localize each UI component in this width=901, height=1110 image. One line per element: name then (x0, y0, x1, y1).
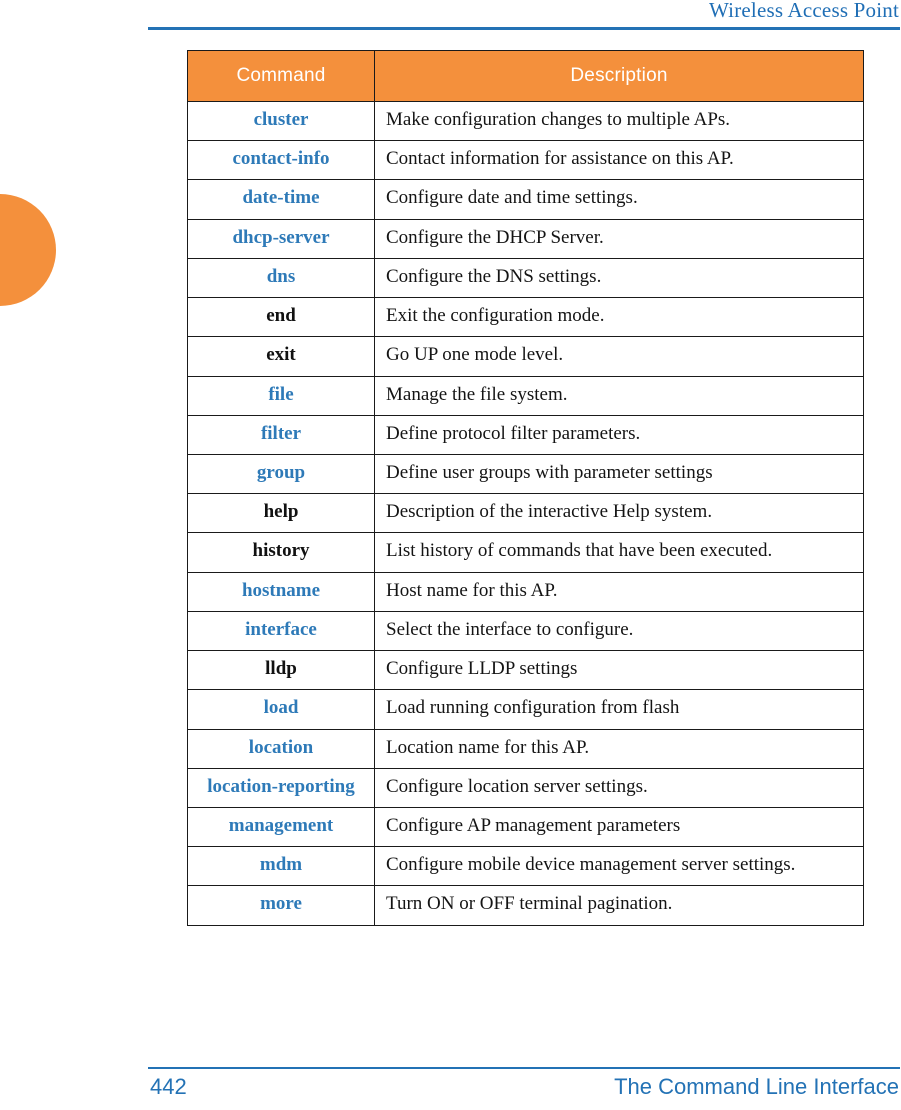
command-description-cell: Configure the DHCP Server. (374, 218, 864, 259)
command-description-cell: Configure location server settings. (374, 767, 864, 808)
command-description-cell: Exit the configuration mode. (374, 297, 864, 338)
footer-divider-rule (148, 1067, 900, 1069)
command-name-cell: date-time (187, 179, 375, 220)
table-row: file Manage the file system. (187, 375, 864, 416)
command-name-cell: exit (187, 336, 375, 377)
table-row: cluster Make configuration changes to mul… (187, 100, 864, 142)
command-name-cell: help (187, 493, 375, 534)
column-header-command: Command (187, 50, 375, 102)
command-name-cell: lldp (187, 650, 375, 691)
table-row: exit Go UP one mode level. (187, 336, 864, 377)
command-description-cell: Host name for this AP. (374, 571, 864, 612)
table-row: management Configure AP management parame… (187, 806, 864, 848)
table-body: cluster Make configuration changes to mul… (187, 100, 864, 926)
page-header-title: Wireless Access Point (709, 0, 899, 22)
command-description-cell: Configure LLDP settings (374, 650, 864, 691)
running-footer: 442 The Command Line Interface (0, 1064, 901, 1110)
table-row: mdm Configure mobile device management se… (187, 846, 864, 887)
command-description-cell: Configure mobile device management serve… (374, 846, 864, 887)
command-name-cell: more (187, 885, 375, 926)
command-name-cell: hostname (187, 571, 375, 612)
command-name-cell: cluster (187, 100, 375, 142)
command-name-cell: load (187, 689, 375, 730)
command-name-cell: location (187, 728, 375, 769)
page-number: 442 (150, 1074, 187, 1099)
command-description-cell: Configure AP management parameters (374, 806, 864, 848)
table-row: lldp Configure LLDP settings (187, 650, 864, 691)
command-description-cell: Configure date and time settings. (374, 179, 864, 220)
command-description-cell: Description of the interactive Help syst… (374, 493, 864, 534)
header-divider-rule (148, 27, 900, 30)
running-header: Wireless Access Point (0, 0, 901, 40)
table-row: location-reporting Configure location ser… (187, 767, 864, 808)
command-reference-table: Command Description cluster Make configur… (187, 50, 864, 926)
command-description-cell: Go UP one mode level. (374, 336, 864, 377)
footer-section-title: The Command Line Interface (614, 1074, 899, 1099)
command-name-cell: dhcp-server (187, 218, 375, 259)
command-description-cell: Location name for this AP. (374, 728, 864, 769)
table-row: filter Define protocol filter parameters. (187, 414, 864, 455)
column-header-description: Description (374, 50, 864, 102)
command-description-cell: Define user groups with parameter settin… (374, 453, 864, 495)
command-description-cell: Configure the DNS settings. (374, 257, 864, 299)
table-row: dhcp-server Configure the DHCP Server. (187, 218, 864, 259)
table-header-row: Command Description (187, 50, 864, 102)
command-description-cell: Turn ON or OFF terminal pagination. (374, 885, 864, 926)
command-name-cell: dns (187, 257, 375, 299)
table-row: contact-info Contact information for assi… (187, 140, 864, 181)
command-description-cell: List history of commands that have been … (374, 532, 864, 573)
command-name-cell: interface (187, 610, 375, 652)
command-name-cell: filter (187, 414, 375, 455)
table-row: hostname Host name for this AP. (187, 571, 864, 612)
table-row: interface Select the interface to configu… (187, 610, 864, 652)
command-name-cell: mdm (187, 846, 375, 887)
command-description-cell: Select the interface to configure. (374, 610, 864, 652)
table-row: history List history of commands that hav… (187, 532, 864, 573)
table-row: date-time Configure date and time setting… (187, 179, 864, 220)
table-row: end Exit the configuration mode. (187, 297, 864, 338)
command-description-cell: Manage the file system. (374, 375, 864, 416)
command-description-cell: Contact information for assistance on th… (374, 140, 864, 181)
table-row: more Turn ON or OFF terminal pagination. (187, 885, 864, 926)
command-name-cell: file (187, 375, 375, 416)
table-row: load Load running configuration from flas… (187, 689, 864, 730)
command-name-cell: contact-info (187, 140, 375, 181)
command-name-cell: management (187, 806, 375, 848)
command-name-cell: end (187, 297, 375, 338)
table-row: dns Configure the DNS settings. (187, 257, 864, 299)
command-description-cell: Define protocol filter parameters. (374, 414, 864, 455)
table-row: location Location name for this AP. (187, 728, 864, 769)
table-row: help Description of the interactive Help … (187, 493, 864, 534)
command-description-cell: Load running configuration from flash (374, 689, 864, 730)
table-row: group Define user groups with parameter s… (187, 453, 864, 495)
command-name-cell: group (187, 453, 375, 495)
decorative-margin-circle (0, 194, 56, 306)
command-description-cell: Make configuration changes to multiple A… (374, 100, 864, 142)
command-name-cell: history (187, 532, 375, 573)
command-name-cell: location-reporting (187, 767, 375, 808)
